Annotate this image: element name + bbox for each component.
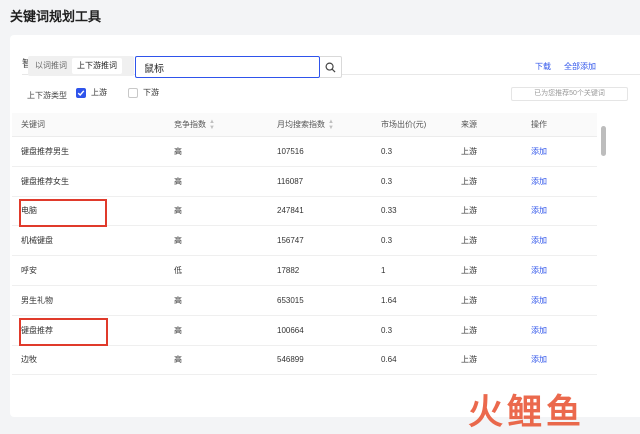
- header-monthly-search[interactable]: 月均搜索指数 ▲ ▼: [277, 119, 381, 131]
- cell-search-index: 156747: [277, 236, 304, 246]
- cell-competition: 高: [174, 325, 182, 335]
- cell-bid: 0.3: [381, 236, 393, 246]
- add-button[interactable]: 添加: [531, 235, 591, 246]
- mode-word-to-word[interactable]: 以词推词: [30, 58, 72, 74]
- checkbox-checked-icon: [76, 87, 86, 98]
- add-button[interactable]: 添加: [531, 325, 591, 336]
- cell-bid: 1.64: [381, 295, 397, 305]
- highlight-box-row-2: [19, 199, 107, 227]
- cell-source: 上游: [461, 266, 477, 276]
- add-button[interactable]: 添加: [531, 354, 591, 365]
- cell-source: 上游: [461, 295, 477, 305]
- cell-search-index: 247841: [277, 206, 304, 216]
- cell-keyword: 呼安: [21, 266, 37, 276]
- cell-competition: 高: [174, 236, 182, 246]
- cell-bid: 0.33: [381, 206, 397, 216]
- page-title: 关键词规划工具: [10, 9, 102, 24]
- table-row: 边牧 高 546899 0.64 上游 添加: [12, 346, 597, 376]
- cell-keyword: 机械键盘: [21, 236, 53, 246]
- cell-source: 上游: [461, 146, 477, 156]
- cell-competition: 低: [174, 266, 182, 276]
- download-link[interactable]: 下载: [535, 61, 551, 72]
- add-button[interactable]: 添加: [531, 265, 591, 276]
- cell-keyword: 边牧: [21, 355, 37, 365]
- search-button[interactable]: [320, 56, 342, 78]
- checkbox-unchecked-icon: [128, 87, 138, 98]
- add-button[interactable]: 添加: [531, 146, 591, 157]
- search-input[interactable]: [135, 56, 320, 78]
- table-row: 男生礼物 高 653015 1.64 上游 添加: [12, 286, 597, 316]
- cell-competition: 高: [174, 355, 182, 365]
- downstream-checkbox[interactable]: 下游: [128, 87, 159, 98]
- header-action: 操作: [531, 120, 547, 129]
- table-header: 关键词 竞争指数 ▲ ▼ 月均搜索指数 ▲ ▼ 市场出价(元) 来源 操作: [12, 113, 597, 137]
- search-icon: [325, 62, 336, 73]
- header-market-bid: 市场出价(元): [381, 120, 427, 129]
- filter-label: 上下游类型: [27, 91, 67, 100]
- mode-switch: 以词推词 上下游推词: [28, 56, 134, 76]
- mode-upstream-downstream[interactable]: 上下游推词: [72, 58, 122, 74]
- add-all-link[interactable]: 全部添加: [564, 61, 596, 72]
- cell-source: 上游: [461, 176, 477, 186]
- cell-competition: 高: [174, 206, 182, 216]
- table-row: 呼安 低 17882 1 上游 添加: [12, 256, 597, 286]
- add-button[interactable]: 添加: [531, 295, 591, 306]
- table-row: 键盘推荐女生 高 116087 0.3 上游 添加: [12, 167, 597, 197]
- header-keyword: 关键词: [21, 120, 45, 129]
- header-source: 来源: [461, 120, 477, 129]
- cell-search-index: 653015: [277, 295, 304, 305]
- highlight-box-row-6: [19, 318, 108, 346]
- cell-bid: 1: [381, 266, 386, 276]
- cell-bid: 0.3: [381, 176, 393, 186]
- cell-search-index: 100664: [277, 325, 304, 335]
- sort-icon[interactable]: ▲ ▼: [209, 119, 215, 131]
- upstream-label: 上游: [91, 88, 107, 97]
- cell-search-index: 107516: [277, 146, 304, 156]
- cell-competition: 高: [174, 295, 182, 305]
- cell-bid: 0.3: [381, 325, 393, 335]
- sort-icon[interactable]: ▲ ▼: [328, 119, 334, 131]
- add-button[interactable]: 添加: [531, 205, 591, 216]
- cell-keyword: 男生礼物: [21, 295, 53, 305]
- cell-search-index: 116087: [277, 176, 304, 186]
- cell-source: 上游: [461, 206, 477, 216]
- cell-source: 上游: [461, 236, 477, 246]
- cell-competition: 高: [174, 176, 182, 186]
- table-scrollbar-thumb[interactable]: [601, 126, 606, 156]
- cell-search-index: 546899: [277, 355, 304, 365]
- table-row: 键盘推荐男生 高 107516 0.3 上游 添加: [12, 137, 597, 167]
- cell-bid: 0.3: [381, 146, 393, 156]
- cell-competition: 高: [174, 146, 182, 156]
- downstream-label: 下游: [143, 88, 159, 97]
- cell-search-index: 17882: [277, 266, 300, 276]
- cell-keyword: 键盘推荐女生: [21, 176, 69, 186]
- add-button[interactable]: 添加: [531, 176, 591, 187]
- upstream-checkbox[interactable]: 上游: [76, 87, 107, 98]
- table-row: 机械键盘 高 156747 0.3 上游 添加: [12, 226, 597, 257]
- watermark-logo: 火鲤鱼: [468, 393, 586, 433]
- header-competition[interactable]: 竞争指数 ▲ ▼: [174, 119, 277, 131]
- cell-source: 上游: [461, 325, 477, 335]
- cell-bid: 0.64: [381, 355, 397, 365]
- cell-source: 上游: [461, 355, 477, 365]
- cell-keyword: 键盘推荐男生: [21, 146, 69, 156]
- recommended-count-badge: 已为您推荐50个关键词: [511, 87, 628, 101]
